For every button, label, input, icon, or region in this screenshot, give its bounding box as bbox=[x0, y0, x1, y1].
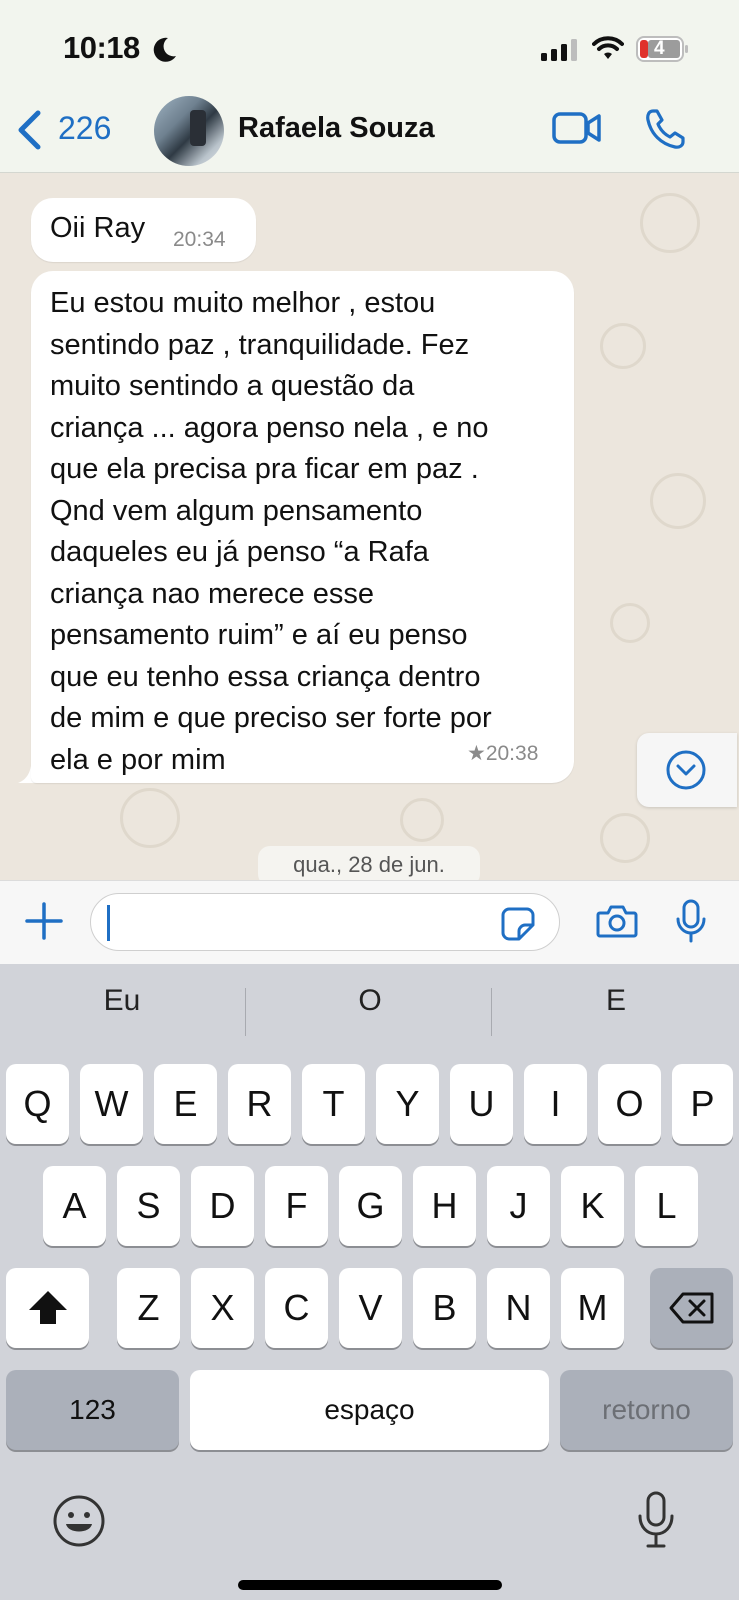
key-t[interactable]: T bbox=[302, 1064, 365, 1144]
key-z[interactable]: Z bbox=[117, 1268, 180, 1348]
key-o[interactable]: O bbox=[598, 1064, 661, 1144]
shift-icon bbox=[28, 1291, 67, 1324]
key-j[interactable]: J bbox=[487, 1166, 550, 1246]
moon-icon bbox=[153, 37, 176, 62]
key-i[interactable]: I bbox=[524, 1064, 587, 1144]
battery-level: 4 bbox=[654, 38, 665, 59]
key-l[interactable]: L bbox=[635, 1166, 698, 1246]
camera-icon[interactable] bbox=[596, 903, 638, 939]
emoji-icon[interactable] bbox=[52, 1494, 106, 1548]
chevron-down-icon bbox=[666, 750, 706, 790]
chat-area[interactable]: Oii Ray 20:34 Eu estou muito melhor , es… bbox=[0, 173, 739, 880]
return-key[interactable]: retorno bbox=[560, 1370, 733, 1450]
date-separator: qua., 28 de jun. bbox=[258, 846, 480, 880]
wifi-icon bbox=[592, 36, 624, 59]
battery-icon: 4 bbox=[636, 36, 690, 62]
cellular-signal-icon bbox=[541, 39, 577, 61]
key-d[interactable]: D bbox=[191, 1166, 254, 1246]
key-x[interactable]: X bbox=[191, 1268, 254, 1348]
wallpaper-doodle bbox=[400, 798, 444, 842]
key-k[interactable]: K bbox=[561, 1166, 624, 1246]
backspace-icon bbox=[669, 1292, 713, 1324]
key-h[interactable]: H bbox=[413, 1166, 476, 1246]
wallpaper-doodle bbox=[650, 473, 706, 529]
key-q[interactable]: Q bbox=[6, 1064, 69, 1144]
dictation-microphone-icon[interactable] bbox=[636, 1490, 676, 1550]
key-v[interactable]: V bbox=[339, 1268, 402, 1348]
key-w[interactable]: W bbox=[80, 1064, 143, 1144]
wallpaper-doodle bbox=[610, 603, 650, 643]
key-b[interactable]: B bbox=[413, 1268, 476, 1348]
key-s[interactable]: S bbox=[117, 1166, 180, 1246]
message-text: Eu estou muito melhor , estou sentindo p… bbox=[50, 287, 492, 776]
space-key[interactable]: espaço bbox=[190, 1370, 549, 1450]
contact-name[interactable]: Rafaela Souza bbox=[238, 112, 435, 145]
backspace-key[interactable] bbox=[650, 1268, 733, 1348]
suggestion-1[interactable]: Eu bbox=[2, 984, 242, 1018]
key-p[interactable]: P bbox=[672, 1064, 733, 1144]
shift-key[interactable] bbox=[6, 1268, 89, 1348]
contact-avatar[interactable] bbox=[154, 96, 224, 166]
key-a[interactable]: A bbox=[43, 1166, 106, 1246]
wallpaper-doodle bbox=[640, 193, 700, 253]
text-caret bbox=[107, 905, 110, 941]
wallpaper-doodle bbox=[120, 788, 180, 848]
keyboard: Eu O E Q W E R T Y U I O P A S D F G H J… bbox=[0, 964, 739, 1600]
back-unread-count[interactable]: 226 bbox=[58, 110, 111, 147]
key-u[interactable]: U bbox=[450, 1064, 513, 1144]
message-bubble[interactable]: Oii Ray 20:34 bbox=[31, 198, 256, 262]
message-time: 20:34 bbox=[173, 228, 226, 251]
numbers-key[interactable]: 123 bbox=[6, 1370, 179, 1450]
message-input-bar bbox=[0, 880, 739, 964]
suggestion-divider bbox=[245, 988, 246, 1036]
key-c[interactable]: C bbox=[265, 1268, 328, 1348]
message-starred-time: ★20:38 bbox=[467, 742, 539, 765]
microphone-icon[interactable] bbox=[675, 899, 707, 943]
chat-header: 10:18 4 226 Rafaela Souza bbox=[0, 0, 739, 173]
key-g[interactable]: G bbox=[339, 1166, 402, 1246]
suggestion-2[interactable]: O bbox=[250, 984, 490, 1018]
sticker-icon[interactable] bbox=[501, 907, 535, 941]
key-y[interactable]: Y bbox=[376, 1064, 439, 1144]
message-input[interactable] bbox=[90, 893, 560, 951]
home-indicator bbox=[238, 1580, 502, 1590]
key-f[interactable]: F bbox=[265, 1166, 328, 1246]
suggestion-3[interactable]: E bbox=[496, 984, 736, 1018]
wallpaper-doodle bbox=[600, 323, 646, 369]
scroll-to-bottom-button[interactable] bbox=[637, 733, 737, 807]
key-r[interactable]: R bbox=[228, 1064, 291, 1144]
wallpaper-doodle bbox=[600, 813, 650, 863]
suggestion-divider bbox=[491, 988, 492, 1036]
message-bubble[interactable]: Eu estou muito melhor , estou sentindo p… bbox=[31, 271, 574, 783]
back-chevron-icon[interactable] bbox=[16, 110, 42, 150]
key-e[interactable]: E bbox=[154, 1064, 217, 1144]
plus-icon[interactable] bbox=[24, 901, 64, 941]
key-n[interactable]: N bbox=[487, 1268, 550, 1348]
status-time: 10:18 bbox=[63, 30, 140, 65]
message-text: Oii Ray bbox=[50, 212, 146, 244]
phone-call-icon[interactable] bbox=[645, 108, 685, 150]
video-call-icon[interactable] bbox=[552, 110, 602, 146]
key-m[interactable]: M bbox=[561, 1268, 624, 1348]
